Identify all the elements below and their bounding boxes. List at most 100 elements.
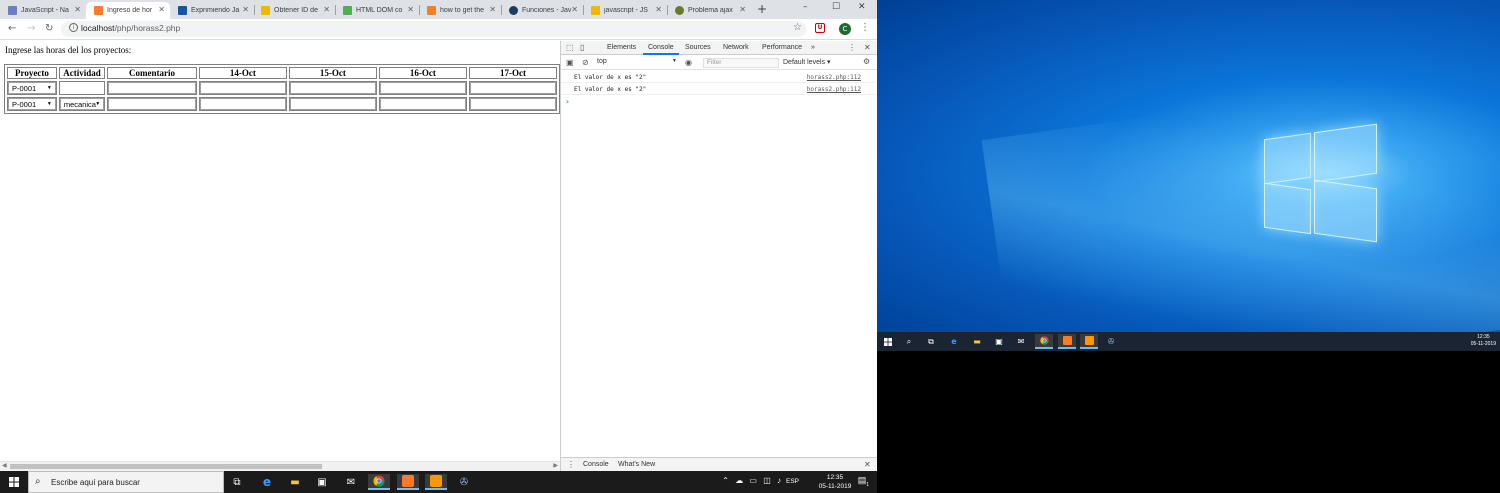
- close-drawer-icon[interactable]: ✕: [864, 460, 871, 469]
- browser-menu-icon[interactable]: ⋮: [860, 22, 870, 33]
- log-source-link[interactable]: horass2.php:112: [807, 74, 861, 81]
- tab-html-dom[interactable]: HTML DOM co ✕: [335, 2, 419, 19]
- tab-problema-ajax[interactable]: Problema ajax ✕: [667, 2, 751, 19]
- close-window-button[interactable]: ✕: [858, 2, 866, 12]
- edge-icon[interactable]: e: [945, 334, 963, 349]
- clear-console-icon[interactable]: ⊘: [582, 58, 589, 67]
- minimize-button[interactable]: –: [803, 2, 808, 12]
- comment-input[interactable]: [108, 98, 196, 110]
- chrome-icon[interactable]: [368, 474, 390, 490]
- scrollbar-thumb[interactable]: [10, 464, 322, 469]
- console-filter-input[interactable]: Filter: [703, 58, 779, 68]
- tab-funciones[interactable]: Funciones - Jav ✕: [501, 2, 583, 19]
- log-source-link[interactable]: horass2.php:112: [807, 86, 861, 93]
- app-icon[interactable]: ✇: [453, 474, 475, 490]
- file-explorer-icon[interactable]: ▬: [968, 334, 986, 349]
- hours-input-16-oct[interactable]: [379, 82, 466, 94]
- taskbar-clock[interactable]: 12:35 05-11-2019: [817, 473, 853, 491]
- profile-avatar[interactable]: C: [839, 23, 851, 35]
- tab-elements[interactable]: Elements: [607, 44, 636, 51]
- xampp-icon[interactable]: [1058, 334, 1076, 349]
- new-tab-button[interactable]: +: [757, 2, 767, 16]
- tab-performance[interactable]: Performance: [762, 44, 802, 51]
- hours-input-17-oct[interactable]: [469, 98, 556, 110]
- drawer-tab-whats-new[interactable]: What's New: [618, 461, 655, 468]
- close-icon[interactable]: ✕: [655, 5, 662, 14]
- drawer-tab-console[interactable]: Console: [583, 461, 609, 468]
- project-select[interactable]: P-0001 ▼: [8, 82, 56, 94]
- language-indicator[interactable]: ESP: [786, 478, 799, 485]
- close-icon[interactable]: ✕: [74, 5, 81, 14]
- mail-icon[interactable]: ✉: [1012, 334, 1030, 349]
- tab-console[interactable]: Console: [648, 44, 674, 51]
- activity-select[interactable]: [59, 82, 105, 94]
- tab-exprimiendo[interactable]: Exprimiendo Ja ✕: [170, 2, 254, 19]
- close-icon[interactable]: ✕: [242, 5, 249, 14]
- scroll-left-arrow-icon[interactable]: ◀: [2, 462, 7, 469]
- reload-icon[interactable]: ↻: [45, 23, 53, 34]
- back-arrow-icon[interactable]: ←: [8, 23, 16, 34]
- hours-input-15-oct[interactable]: [289, 82, 376, 94]
- project-select[interactable]: P-0001 ▼: [8, 98, 56, 110]
- tab-ingreso-de-horas[interactable]: Ingreso de hor ✕: [86, 2, 170, 19]
- close-devtools-icon[interactable]: ✕: [864, 43, 871, 52]
- task-view-icon[interactable]: ⧉: [922, 334, 940, 349]
- taskbar-clock[interactable]: 12:35 05-11-2019: [1471, 334, 1496, 348]
- close-icon[interactable]: ✕: [158, 5, 165, 14]
- log-levels-select[interactable]: Default levels ▾: [783, 58, 830, 66]
- windows-start-icon[interactable]: [3, 474, 25, 490]
- comment-input[interactable]: [108, 82, 196, 94]
- sublime-text-icon[interactable]: [425, 474, 447, 490]
- taskbar-search-box[interactable]: ⌕ Escribe aquí para buscar: [28, 471, 224, 493]
- forward-arrow-icon[interactable]: →: [27, 23, 35, 34]
- hours-input-15-oct[interactable]: [289, 98, 376, 110]
- scroll-right-arrow-icon[interactable]: ▶: [553, 462, 558, 469]
- tab-network[interactable]: Network: [723, 44, 749, 51]
- app-icon[interactable]: ✇: [1102, 334, 1120, 349]
- extension-icon[interactable]: U: [815, 23, 825, 33]
- address-bar[interactable]: i localhost/php/horass2.php ☆: [61, 21, 806, 37]
- info-icon[interactable]: i: [69, 23, 78, 32]
- file-explorer-icon[interactable]: ▬: [284, 474, 306, 490]
- activity-select[interactable]: mecanica ▼: [59, 98, 105, 110]
- console-prompt[interactable]: ›: [565, 97, 570, 106]
- close-icon[interactable]: ✕: [571, 5, 578, 14]
- task-view-icon[interactable]: ⧉: [226, 474, 248, 490]
- mail-icon[interactable]: ✉: [340, 474, 362, 490]
- close-icon[interactable]: ✕: [739, 5, 746, 14]
- tab-obtener-id[interactable]: Obtener ID de ✕: [253, 2, 335, 19]
- store-icon[interactable]: ▣: [311, 474, 333, 490]
- hours-input-14-oct[interactable]: [199, 98, 286, 110]
- hours-input-14-oct[interactable]: [199, 82, 286, 94]
- hours-input-16-oct[interactable]: [379, 98, 466, 110]
- tab-how-to-get[interactable]: how to get the ✕: [419, 2, 501, 19]
- store-icon[interactable]: ▣: [990, 334, 1008, 349]
- gear-icon[interactable]: ⚙: [863, 57, 870, 66]
- windows-start-icon[interactable]: [879, 334, 897, 349]
- drawer-menu-icon[interactable]: ⋮: [567, 460, 575, 469]
- close-icon[interactable]: ✕: [489, 5, 496, 14]
- eye-icon[interactable]: ◉: [685, 58, 692, 67]
- xampp-icon[interactable]: [397, 474, 419, 490]
- search-icon[interactable]: ⌕: [900, 334, 918, 349]
- device-toolbar-icon[interactable]: ▯: [580, 43, 584, 52]
- sidebar-toggle-icon[interactable]: ▣: [566, 58, 574, 67]
- tab-sources[interactable]: Sources: [685, 44, 711, 51]
- tray-icons[interactable]: ⌃ ☁ ▭ ◫ ♪: [722, 476, 783, 485]
- sublime-text-icon[interactable]: [1080, 334, 1098, 349]
- close-icon[interactable]: ✕: [407, 5, 414, 14]
- close-icon[interactable]: ✕: [323, 5, 330, 14]
- context-select[interactable]: top ▼: [597, 58, 677, 68]
- inspect-element-icon[interactable]: ⬚: [566, 43, 574, 52]
- tab-javascript-js[interactable]: javascript - JS ✕: [583, 2, 667, 19]
- notification-icon[interactable]: ▤1: [858, 475, 869, 488]
- more-tabs-button[interactable]: »: [811, 44, 815, 51]
- hours-input-17-oct[interactable]: [469, 82, 556, 94]
- edge-icon[interactable]: e: [256, 474, 278, 490]
- chrome-icon[interactable]: [1035, 334, 1053, 349]
- horizontal-scrollbar[interactable]: ◀ ▶: [0, 461, 560, 471]
- devtools-menu-icon[interactable]: ⋮: [848, 43, 856, 52]
- bookmark-star-icon[interactable]: ☆: [793, 22, 802, 33]
- tab-javascript[interactable]: JavaScript - Na ✕: [0, 2, 86, 19]
- maximize-button[interactable]: ☐: [832, 2, 840, 12]
